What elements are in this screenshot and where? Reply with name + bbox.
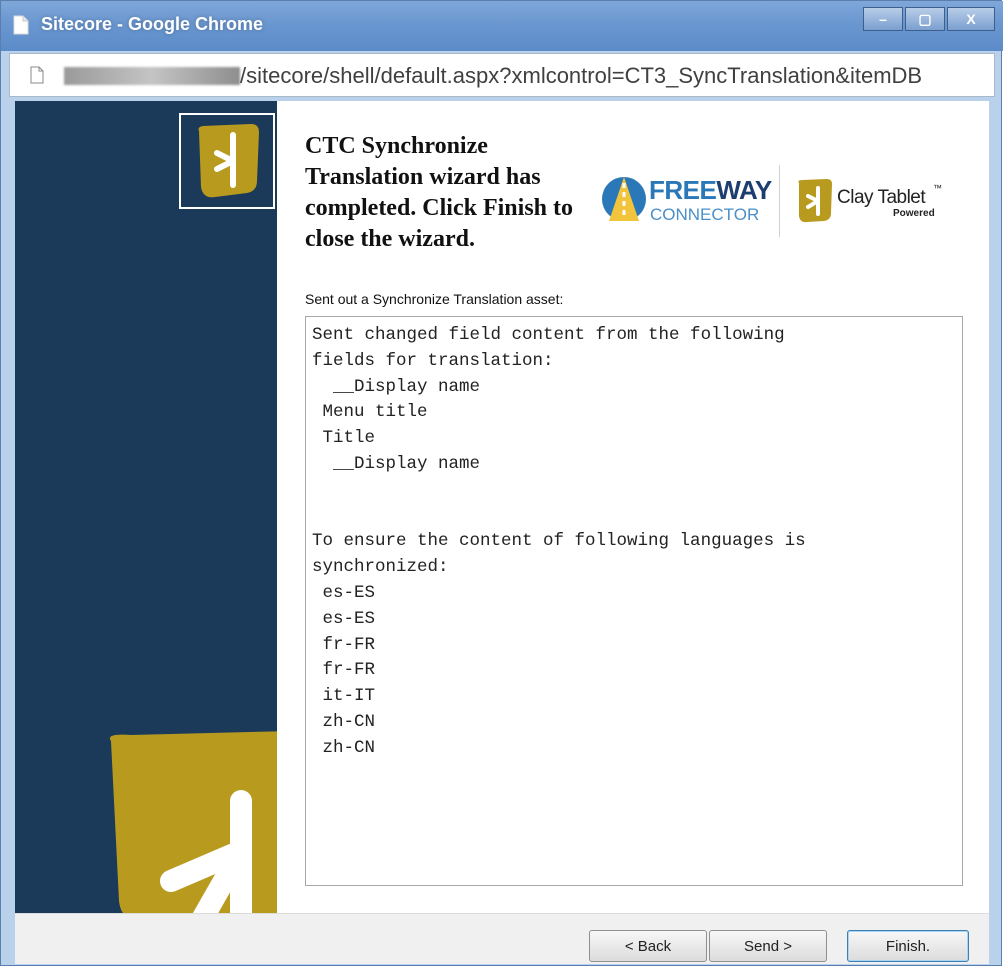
result-label: Sent out a Synchronize Translation asset…: [305, 291, 564, 307]
result-textarea[interactable]: Sent changed field content from the foll…: [305, 316, 963, 886]
finish-button[interactable]: Finish.: [847, 930, 969, 962]
maximize-icon: ▢: [918, 10, 932, 27]
minimize-button[interactable]: –: [863, 7, 903, 31]
window-controls: – ▢ X: [863, 7, 995, 33]
clay-tablet-small-icon: [798, 179, 832, 223]
send-button[interactable]: Send >: [709, 930, 827, 962]
freeway-way-text: WAY: [716, 175, 772, 205]
logo-divider: [779, 165, 780, 237]
address-bar[interactable]: /sitecore/shell/default.aspx?xmlcontrol=…: [9, 53, 995, 97]
clay-tablet-wordmark: Clay Tablet: [837, 187, 926, 208]
trademark-symbol: ™: [933, 183, 942, 193]
wizard-content: CTC Synchronize Translation wizard has c…: [15, 101, 989, 913]
clay-tablet-icon: [198, 124, 259, 198]
freeway-wordmark: FREEWAY: [649, 175, 772, 206]
wizard-heading: CTC Synchronize Translation wizard has c…: [305, 133, 573, 252]
clay-tablet-watermark-icon: [110, 731, 277, 913]
connector-wordmark: CONNECTOR: [650, 205, 760, 224]
freeway-road-icon: [602, 177, 646, 221]
redacted-host: [64, 67, 240, 85]
clay-tablet-powered-logo: Clay Tablet ™ Powered: [793, 177, 953, 227]
freeway-connector-logo: FREEWAY CONNECTOR: [601, 171, 781, 231]
close-icon: X: [966, 11, 976, 27]
clay-tablet-logo-box: [179, 113, 275, 209]
page-icon: [13, 15, 29, 35]
maximize-button[interactable]: ▢: [905, 7, 945, 31]
back-button[interactable]: < Back: [589, 930, 707, 962]
title-bar[interactable]: Sitecore - Google Chrome – ▢ X: [1, 1, 1003, 51]
wizard-side-panel: [15, 101, 277, 913]
browser-window: Sitecore - Google Chrome – ▢ X /sitecore…: [0, 0, 1003, 966]
powered-wordmark: Powered: [893, 208, 935, 219]
result-text: Sent changed field content from the foll…: [312, 325, 806, 758]
freeway-free-text: FREE: [649, 175, 717, 205]
url-text[interactable]: /sitecore/shell/default.aspx?xmlcontrol=…: [240, 63, 992, 89]
wizard-footer: < Back Send > Finish.: [15, 913, 989, 964]
minimize-icon: –: [879, 11, 887, 27]
close-button[interactable]: X: [947, 7, 995, 31]
window-title: Sitecore - Google Chrome: [41, 14, 264, 34]
document-icon: [30, 66, 44, 84]
